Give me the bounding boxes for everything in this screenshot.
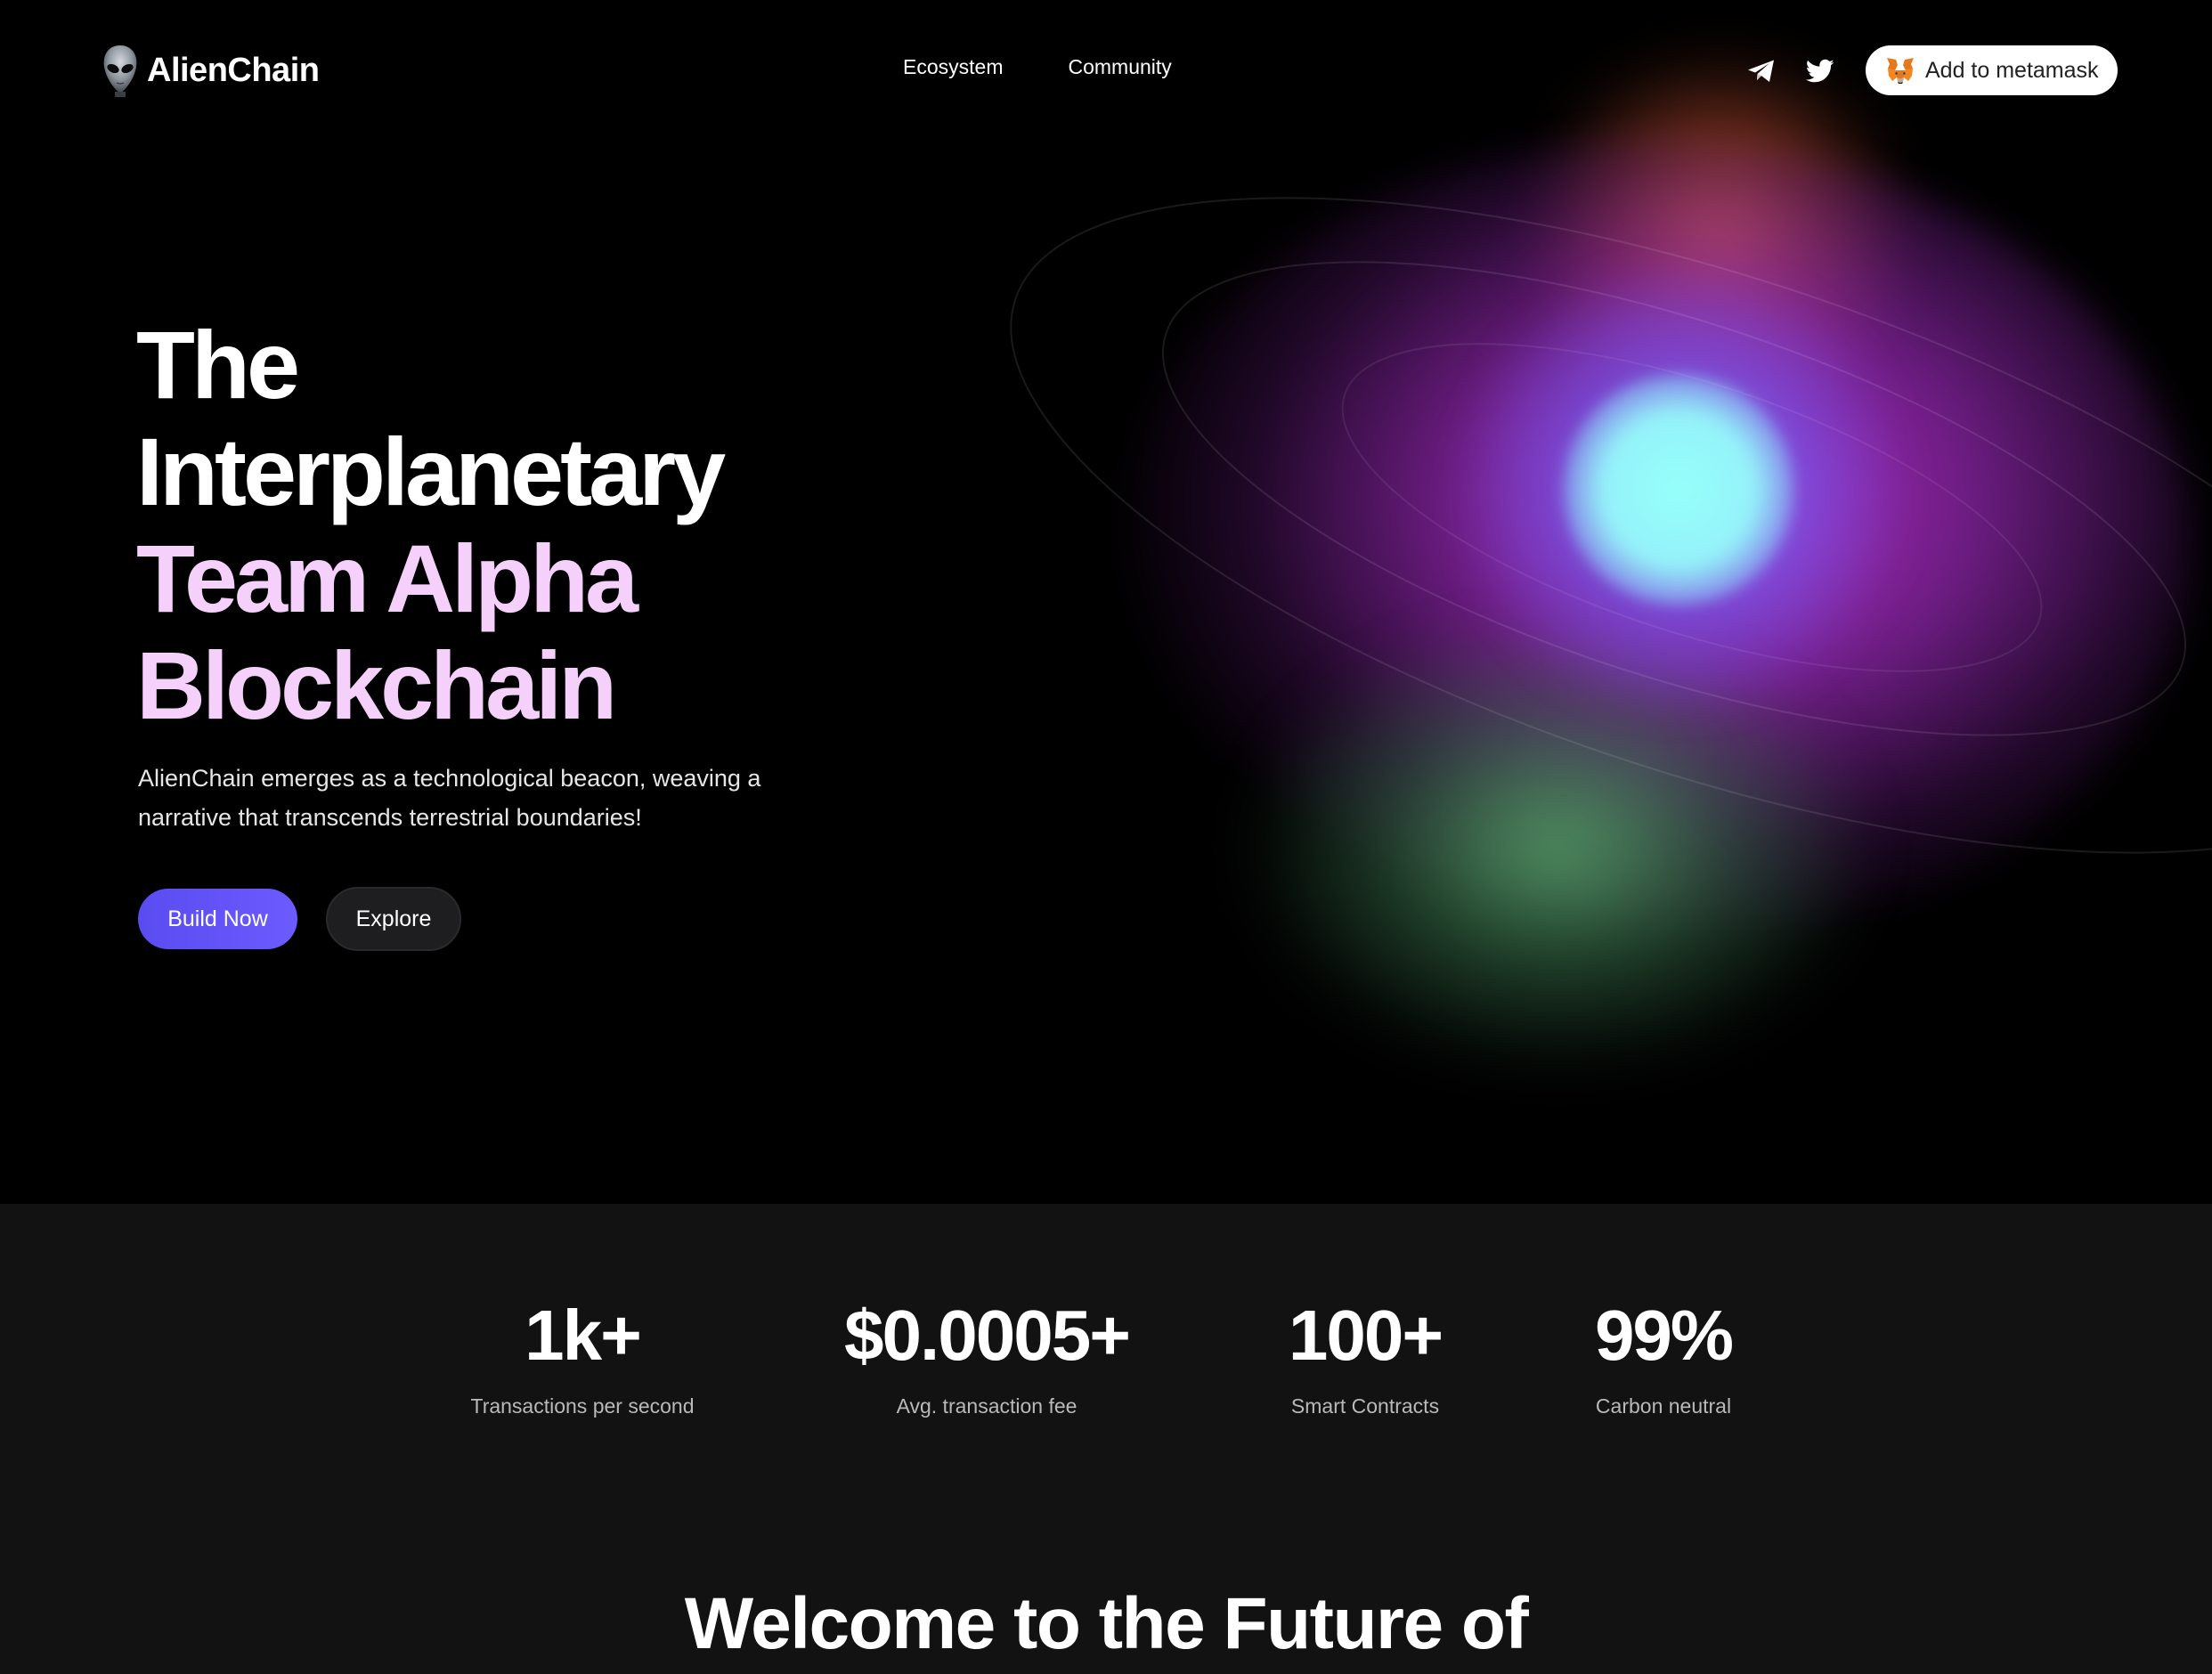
stat-value: 100+ bbox=[1288, 1296, 1443, 1375]
hero-title-line-3: Team Alpha bbox=[136, 524, 638, 632]
hero-description: AlienChain emerges as a technological be… bbox=[138, 765, 761, 831]
build-now-button[interactable]: Build Now bbox=[138, 889, 297, 949]
stat-value: 1k+ bbox=[525, 1296, 642, 1375]
orb-glow-magenta bbox=[1122, 142, 2191, 944]
twitter-icon bbox=[1806, 59, 1834, 83]
brand-name: AlienChain bbox=[147, 51, 320, 89]
hero-title-line-1: The bbox=[136, 311, 300, 418]
stat-label: Transactions per second bbox=[470, 1394, 695, 1418]
stat-value: $0.0005+ bbox=[844, 1296, 1131, 1375]
top-nav: AlienChain Ecosystem Community Add to me… bbox=[0, 0, 2212, 142]
stat-label: Avg. transaction fee bbox=[896, 1394, 1078, 1418]
telegram-link[interactable] bbox=[1745, 55, 1777, 87]
metamask-fox-icon bbox=[1887, 58, 1914, 84]
brand-logo[interactable]: AlienChain bbox=[101, 43, 320, 98]
stat-label: Carbon neutral bbox=[1595, 1394, 1732, 1418]
explore-button[interactable]: Explore bbox=[326, 887, 461, 951]
stat-label: Smart Contracts bbox=[1290, 1394, 1440, 1418]
orb-core bbox=[1563, 374, 1794, 605]
hero-title: The Interplanetary Team Alpha Blockchain bbox=[136, 311, 726, 739]
stat-value: 99% bbox=[1594, 1296, 1734, 1375]
twitter-link[interactable] bbox=[1804, 55, 1836, 87]
stat-carbon: 99% Carbon neutral bbox=[1594, 1293, 1734, 1418]
hero-title-line-2: Interplanetary bbox=[136, 418, 726, 525]
nav-links: Ecosystem Community bbox=[903, 55, 1172, 79]
welcome-heading: Welcome to the Future of bbox=[684, 1583, 1529, 1664]
metamask-button-label: Add to metamask bbox=[1925, 57, 2099, 83]
orb-glow-blue bbox=[1443, 267, 1923, 712]
telegram-icon bbox=[1748, 60, 1774, 82]
nav-link-community[interactable]: Community bbox=[1068, 55, 1171, 79]
alien-head-icon bbox=[103, 45, 137, 97]
stat-transactions: 1k+ Transactions per second bbox=[470, 1293, 694, 1418]
stat-fee: $0.0005+ Avg. transaction fee bbox=[844, 1293, 1131, 1418]
add-to-metamask-button[interactable]: Add to metamask bbox=[1866, 45, 2118, 95]
hero-title-line-4: Blockchain bbox=[136, 631, 617, 739]
stats-section: 1k+ Transactions per second $0.0005+ Avg… bbox=[0, 1204, 2212, 1674]
nav-link-ecosystem[interactable]: Ecosystem bbox=[903, 55, 1003, 79]
stat-contracts: 100+ Smart Contracts bbox=[1288, 1293, 1443, 1418]
orb-glow-green bbox=[1247, 623, 1870, 1069]
hero-section: AlienChain Ecosystem Community Add to me… bbox=[0, 0, 2212, 1204]
